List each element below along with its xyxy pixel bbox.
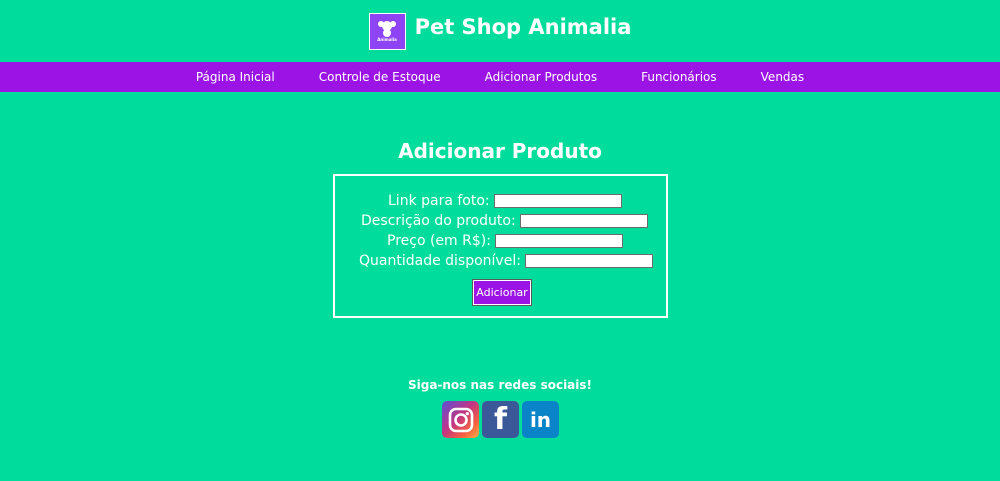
page-title: Adicionar Produto xyxy=(398,139,602,163)
quantity-label: Quantidade disponível: xyxy=(359,253,521,269)
photo-link-input[interactable] xyxy=(493,194,622,208)
social-follow-text: Siga-nos nas redes sociais! xyxy=(407,378,593,392)
nav-item-stock-control[interactable]: Controle de Estoque xyxy=(319,70,441,84)
description-label: Descrição do produto: xyxy=(361,213,516,229)
price-label: Preço (em R$): xyxy=(387,233,491,249)
description-row: Descrição do produto: xyxy=(361,213,648,229)
logo[interactable]: Animalia xyxy=(368,12,406,50)
instagram-link[interactable] xyxy=(442,401,479,438)
quantity-row: Quantidade disponível: xyxy=(359,253,653,269)
price-input[interactable] xyxy=(494,234,623,248)
photo-row: Link para foto: xyxy=(388,193,622,209)
logo-text: Animalia xyxy=(377,37,397,42)
price-row: Preço (em R$): xyxy=(387,233,623,249)
site-header: Animalia Pet Shop Animalia xyxy=(0,0,1000,62)
paw-icon xyxy=(378,21,397,37)
photo-label: Link para foto: xyxy=(388,193,490,209)
add-button[interactable]: Adicionar xyxy=(472,279,532,306)
nav-item-sales[interactable]: Vendas xyxy=(761,70,805,84)
social-links: f in xyxy=(442,401,559,438)
linkedin-icon: in xyxy=(529,407,552,432)
add-product-form: Link para foto: Descrição do produto: Pr… xyxy=(333,174,668,318)
site-title: Pet Shop Animalia xyxy=(414,15,632,39)
facebook-icon: f xyxy=(493,402,508,437)
instagram-icon xyxy=(448,407,473,432)
description-input[interactable] xyxy=(519,214,648,228)
facebook-link[interactable]: f xyxy=(482,401,519,438)
nav-item-employees[interactable]: Funcionários xyxy=(641,70,717,84)
quantity-input[interactable] xyxy=(524,254,653,268)
linkedin-link[interactable]: in xyxy=(522,401,559,438)
main-nav: Página Inicial Controle de Estoque Adici… xyxy=(0,62,1000,92)
nav-item-home[interactable]: Página Inicial xyxy=(196,70,275,84)
nav-item-add-products[interactable]: Adicionar Produtos xyxy=(485,70,598,84)
